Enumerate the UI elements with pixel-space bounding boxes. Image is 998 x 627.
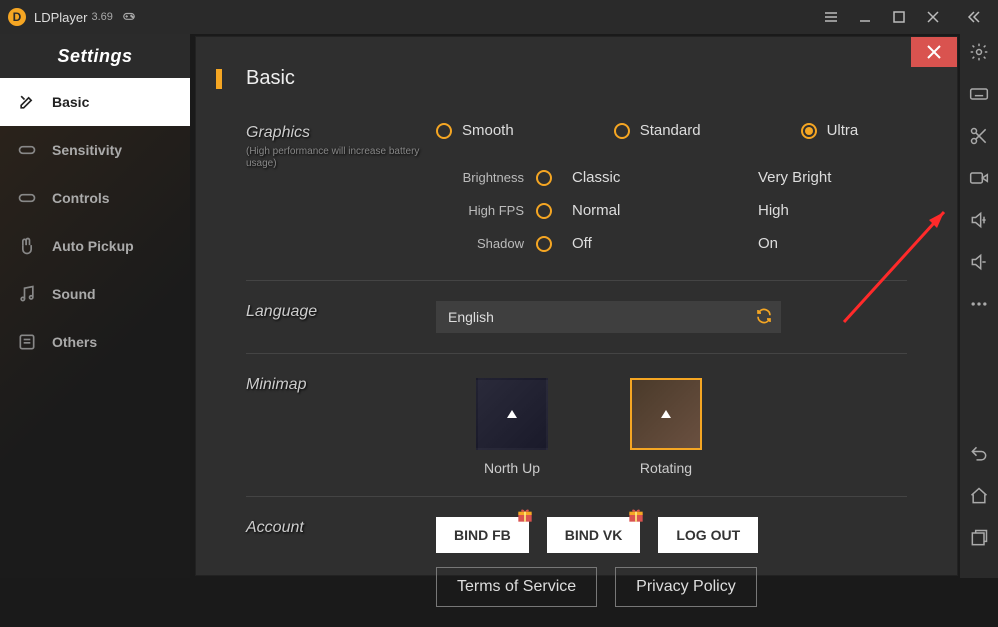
back-icon[interactable]	[967, 442, 991, 466]
sidebar-item-label: Auto Pickup	[52, 238, 134, 254]
sidebar-item-label: Controls	[52, 190, 110, 206]
logout-button[interactable]: LOG OUT	[658, 517, 758, 553]
minimap-rotating-option[interactable]: Rotating	[630, 378, 702, 476]
sidebar-item-sound[interactable]: Sound	[0, 270, 190, 318]
sidebar-item-controls[interactable]: Controls	[0, 174, 190, 222]
tos-button[interactable]: Terms of Service	[436, 567, 597, 607]
fps-label: High FPS	[436, 203, 536, 218]
graphics-standard-radio[interactable]: Standard	[614, 122, 701, 139]
shadow-off-radio[interactable]	[536, 236, 552, 252]
graphics-smooth-radio[interactable]: Smooth	[436, 122, 514, 139]
home-icon[interactable]	[967, 484, 991, 508]
volume-up-icon[interactable]	[967, 208, 991, 232]
fps-normal-radio[interactable]	[536, 203, 552, 219]
app-logo: D	[8, 8, 26, 26]
radio-icon	[801, 123, 817, 139]
minimap-preview	[476, 378, 548, 450]
settings-panel: Basic Graphics (High performance will in…	[195, 36, 958, 576]
panel-title-row: Basic	[196, 37, 957, 104]
collapse-rail-button[interactable]	[956, 0, 990, 34]
sidebar-item-label: Others	[52, 334, 97, 350]
settings-gear-icon[interactable]	[967, 40, 991, 64]
sidebar-item-autopickup[interactable]: Auto Pickup	[0, 222, 190, 270]
minimize-button[interactable]	[848, 0, 882, 34]
app-name: LDPlayer	[34, 10, 87, 25]
sidebar-item-label: Basic	[52, 94, 89, 110]
brightness-classic-radio[interactable]	[536, 170, 552, 186]
gamepad-icon	[16, 139, 38, 161]
recents-icon[interactable]	[967, 526, 991, 550]
titlebar: D LDPlayer 3.69	[0, 0, 998, 34]
radio-icon	[436, 123, 452, 139]
gift-icon	[515, 505, 535, 525]
language-value: English	[448, 309, 494, 325]
sidebar-item-sensitivity[interactable]: Sensitivity	[0, 126, 190, 174]
gamepad-icon	[16, 187, 38, 209]
app-version: 3.69	[91, 11, 112, 23]
sidebar-item-basic[interactable]: Basic	[0, 78, 190, 126]
more-icon[interactable]	[967, 292, 991, 316]
settings-title: Settings	[0, 34, 190, 78]
bind-vk-button[interactable]: BIND VK	[547, 517, 641, 553]
account-label: Account	[246, 517, 436, 537]
divider	[246, 496, 907, 497]
list-icon	[16, 331, 38, 353]
scissors-icon[interactable]	[967, 124, 991, 148]
settings-sidebar: Settings Basic Sensitivity Controls Auto…	[0, 34, 190, 578]
sidebar-item-label: Sensitivity	[52, 142, 122, 158]
divider	[246, 353, 907, 354]
language-label: Language	[246, 301, 436, 321]
accent-bar	[216, 69, 222, 89]
right-toolbar	[960, 34, 998, 578]
menu-button[interactable]	[814, 0, 848, 34]
bind-fb-button[interactable]: BIND FB	[436, 517, 529, 553]
shadow-label: Shadow	[436, 236, 536, 251]
graphics-ultra-radio[interactable]: Ultra	[801, 122, 859, 139]
sidebar-item-others[interactable]: Others	[0, 318, 190, 366]
graphics-hint: (High performance will increase battery …	[246, 146, 436, 170]
language-select[interactable]: English	[436, 301, 781, 333]
brightness-label: Brightness	[436, 170, 536, 185]
close-panel-button[interactable]	[911, 37, 957, 67]
volume-down-icon[interactable]	[967, 250, 991, 274]
refresh-icon	[755, 307, 773, 328]
gamepad-icon	[119, 10, 139, 24]
gift-icon	[626, 505, 646, 525]
tools-icon	[16, 91, 38, 113]
privacy-button[interactable]: Privacy Policy	[615, 567, 757, 607]
keyboard-icon[interactable]	[967, 82, 991, 106]
minimap-preview	[630, 378, 702, 450]
minimap-label: Minimap	[246, 374, 436, 394]
radio-icon	[614, 123, 630, 139]
graphics-label: Graphics (High performance will increase…	[246, 122, 436, 170]
minimap-northup-option[interactable]: North Up	[476, 378, 548, 476]
hand-icon	[16, 235, 38, 257]
panel-title: Basic	[246, 67, 295, 90]
divider	[246, 280, 907, 281]
close-window-button[interactable]	[916, 0, 950, 34]
sidebar-item-label: Sound	[52, 286, 96, 302]
maximize-button[interactable]	[882, 0, 916, 34]
record-icon[interactable]	[967, 166, 991, 190]
music-icon	[16, 283, 38, 305]
